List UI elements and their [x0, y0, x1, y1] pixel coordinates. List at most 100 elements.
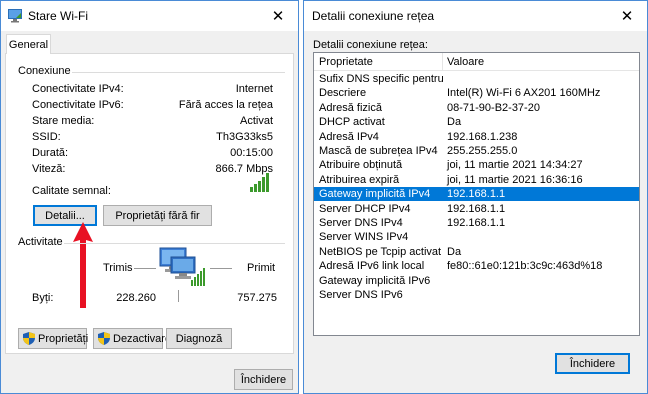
- list-item-property: Sufix DNS specific pentru c...: [319, 73, 443, 85]
- list-item[interactable]: DHCP activat Da: [314, 115, 639, 129]
- title-bar: Stare Wi-Fi ✕: [1, 1, 298, 31]
- list-item[interactable]: Gateway implicită IPv4 192.168.1.1: [314, 187, 639, 202]
- list-item[interactable]: Mască de subrețea IPv4 255.255.255.0: [314, 144, 639, 158]
- list-item-property: Atribuire obținută: [319, 159, 403, 172]
- connection-row: SSID: Th3G33ks5: [32, 131, 273, 147]
- list-item[interactable]: Server DHCP IPv4 192.168.1.1: [314, 202, 639, 216]
- list-item-property: Server DHCP IPv4: [319, 202, 411, 215]
- details-section-label: Detalii conexiune rețea:: [313, 39, 428, 51]
- list-item-property: Server WINS IPv4: [319, 231, 409, 244]
- wifi-app-icon: [8, 9, 22, 23]
- row-value: Th3G33ks5: [216, 131, 273, 143]
- list-item[interactable]: Sufix DNS specific pentru c...: [314, 72, 639, 86]
- details-list[interactable]: Proprietate Valoare Sufix DNS specific p…: [313, 52, 640, 336]
- annotation-arrow-icon: [73, 222, 93, 308]
- row-value: 00:15:00: [230, 147, 273, 159]
- list-item-value: 255.255.255.0: [447, 145, 518, 157]
- wireless-properties-label: Proprietăți fără fir: [115, 209, 200, 222]
- tab-general[interactable]: General: [6, 34, 51, 54]
- list-item[interactable]: Adresă fizică 08-71-90-B2-37-20: [314, 101, 639, 115]
- list-item-property: Adresă IPv4: [319, 130, 379, 143]
- connection-row: Conectivitate IPv4: Internet: [32, 83, 273, 99]
- connection-row: Conectivitate IPv6: Fără acces la rețea: [32, 99, 273, 115]
- close-icon[interactable]: ✕: [258, 1, 298, 31]
- list-item[interactable]: Descriere Intel(R) Wi-Fi 6 AX201 160MHz: [314, 86, 639, 100]
- list-item-value: 192.168.1.1: [447, 217, 506, 229]
- bytes-sent-value: 228.260: [116, 292, 156, 304]
- activity-section-label: Activitate: [18, 236, 63, 248]
- activity-divider: [64, 243, 285, 244]
- bytes-received-value: 757.275: [237, 292, 277, 304]
- list-item-value: 192.168.1.1: [447, 202, 506, 215]
- list-item-value: 08-71-90-B2-37-20: [447, 101, 540, 114]
- list-item-property: Descriere: [319, 87, 367, 100]
- connection-section-label: Conexiune: [18, 65, 71, 77]
- list-item-value: Da: [447, 245, 462, 258]
- list-item-value: 192.168.1.238: [447, 130, 518, 143]
- connection-row: Durată: 00:15:00: [32, 147, 273, 163]
- row-label: Stare media:: [32, 115, 95, 127]
- list-item[interactable]: Adresă IPv6 link local fe80::61e0:121b:3c…: [314, 259, 639, 273]
- bytes-divider: [178, 290, 179, 302]
- list-item-property: Mască de subrețea IPv4: [319, 145, 438, 157]
- row-label: Conectivitate IPv6:: [32, 99, 124, 111]
- disable-button-label: Dezactivare: [113, 332, 172, 345]
- list-rows: Sufix DNS specific pentru c... Descriere I…: [314, 72, 639, 335]
- sent-line: [134, 268, 156, 269]
- diagnose-button-label: Diagnoză: [175, 332, 223, 345]
- list-item[interactable]: Gateway implicită IPv6: [314, 274, 639, 288]
- column-header-value[interactable]: Valoare: [447, 56, 484, 68]
- list-item-property: Gateway implicită IPv6: [319, 274, 431, 287]
- list-item[interactable]: Server DNS IPv4 192.168.1.1: [314, 216, 639, 230]
- disable-button[interactable]: Dezactivare: [93, 328, 171, 349]
- bytes-label: Byți:: [32, 292, 54, 304]
- sent-label: Trimis: [103, 262, 133, 274]
- row-label: Durată:: [32, 147, 69, 159]
- list-item[interactable]: Server WINS IPv4: [314, 230, 639, 244]
- wireless-properties-button[interactable]: Proprietăți fără fir: [103, 205, 212, 226]
- properties-button[interactable]: Proprietăți: [18, 328, 88, 349]
- signal-strength-icon: [250, 173, 272, 193]
- row-label: SSID:: [32, 131, 61, 143]
- row-value: Internet: [235, 83, 273, 95]
- list-item-value: Intel(R) Wi-Fi 6 AX201 160MHz: [447, 87, 601, 100]
- row-label: Viteză:: [32, 163, 66, 175]
- title-bar: Detalii conexiune rețea ✕: [304, 1, 647, 31]
- tab-panel: Conexiune Conectivitate IPv4: Internet C…: [5, 53, 294, 354]
- close-button-label: Închidere: [240, 373, 287, 386]
- list-item-property: Server DNS IPv6: [319, 289, 403, 301]
- received-label: Primit: [247, 262, 276, 274]
- list-item-property: Gateway implicită IPv4: [319, 188, 431, 201]
- close-button[interactable]: Închidere: [555, 353, 630, 374]
- close-button[interactable]: Închidere: [234, 369, 293, 390]
- list-item[interactable]: Adresă IPv4 192.168.1.238: [314, 130, 639, 144]
- list-item-value: 192.168.1.1: [447, 188, 506, 201]
- row-label: Conectivitate IPv4:: [32, 83, 124, 95]
- uac-shield-icon: [23, 332, 35, 345]
- wifi-status-window: Stare Wi-Fi ✕ General Conexiune Conectiv…: [0, 0, 299, 394]
- connection-row: Stare media: Activat: [32, 115, 273, 131]
- column-header-property[interactable]: Proprietate: [319, 56, 373, 68]
- uac-shield-icon: [98, 332, 110, 345]
- list-item[interactable]: NetBIOS pe Tcpip activat Da: [314, 245, 639, 259]
- column-separator[interactable]: [442, 53, 443, 71]
- connection-info: Conectivitate IPv4: Internet Conectivita…: [32, 83, 273, 179]
- list-item-value: joi, 11 martie 2021 14:34:27: [447, 159, 583, 172]
- list-item-property: Adresă IPv6 link local: [319, 260, 425, 273]
- connection-row: Viteză: 866.7 Mbps: [32, 163, 273, 179]
- window-title: Stare Wi-Fi: [28, 9, 88, 23]
- row-value: Fără acces la rețea: [178, 99, 273, 111]
- list-item[interactable]: Server DNS IPv6: [314, 288, 639, 302]
- list-item[interactable]: Atribuire obținută joi, 11 martie 2021 14…: [314, 158, 639, 172]
- details-button-label: Detalii...: [45, 209, 85, 222]
- network-activity-icon: [159, 247, 209, 287]
- list-item-property: Atribuirea expiră: [319, 173, 400, 186]
- list-item-property: Adresă fizică: [319, 101, 382, 114]
- signal-quality-label: Calitate semnal:: [32, 185, 111, 197]
- received-line: [210, 268, 232, 269]
- list-item-value: joi, 11 martie 2021 16:36:16: [447, 173, 583, 186]
- close-icon[interactable]: ✕: [607, 1, 647, 31]
- diagnose-button[interactable]: Diagnoză: [166, 328, 232, 349]
- list-item[interactable]: Atribuirea expiră joi, 11 martie 2021 16:…: [314, 173, 639, 187]
- list-item-value: Da: [447, 116, 462, 129]
